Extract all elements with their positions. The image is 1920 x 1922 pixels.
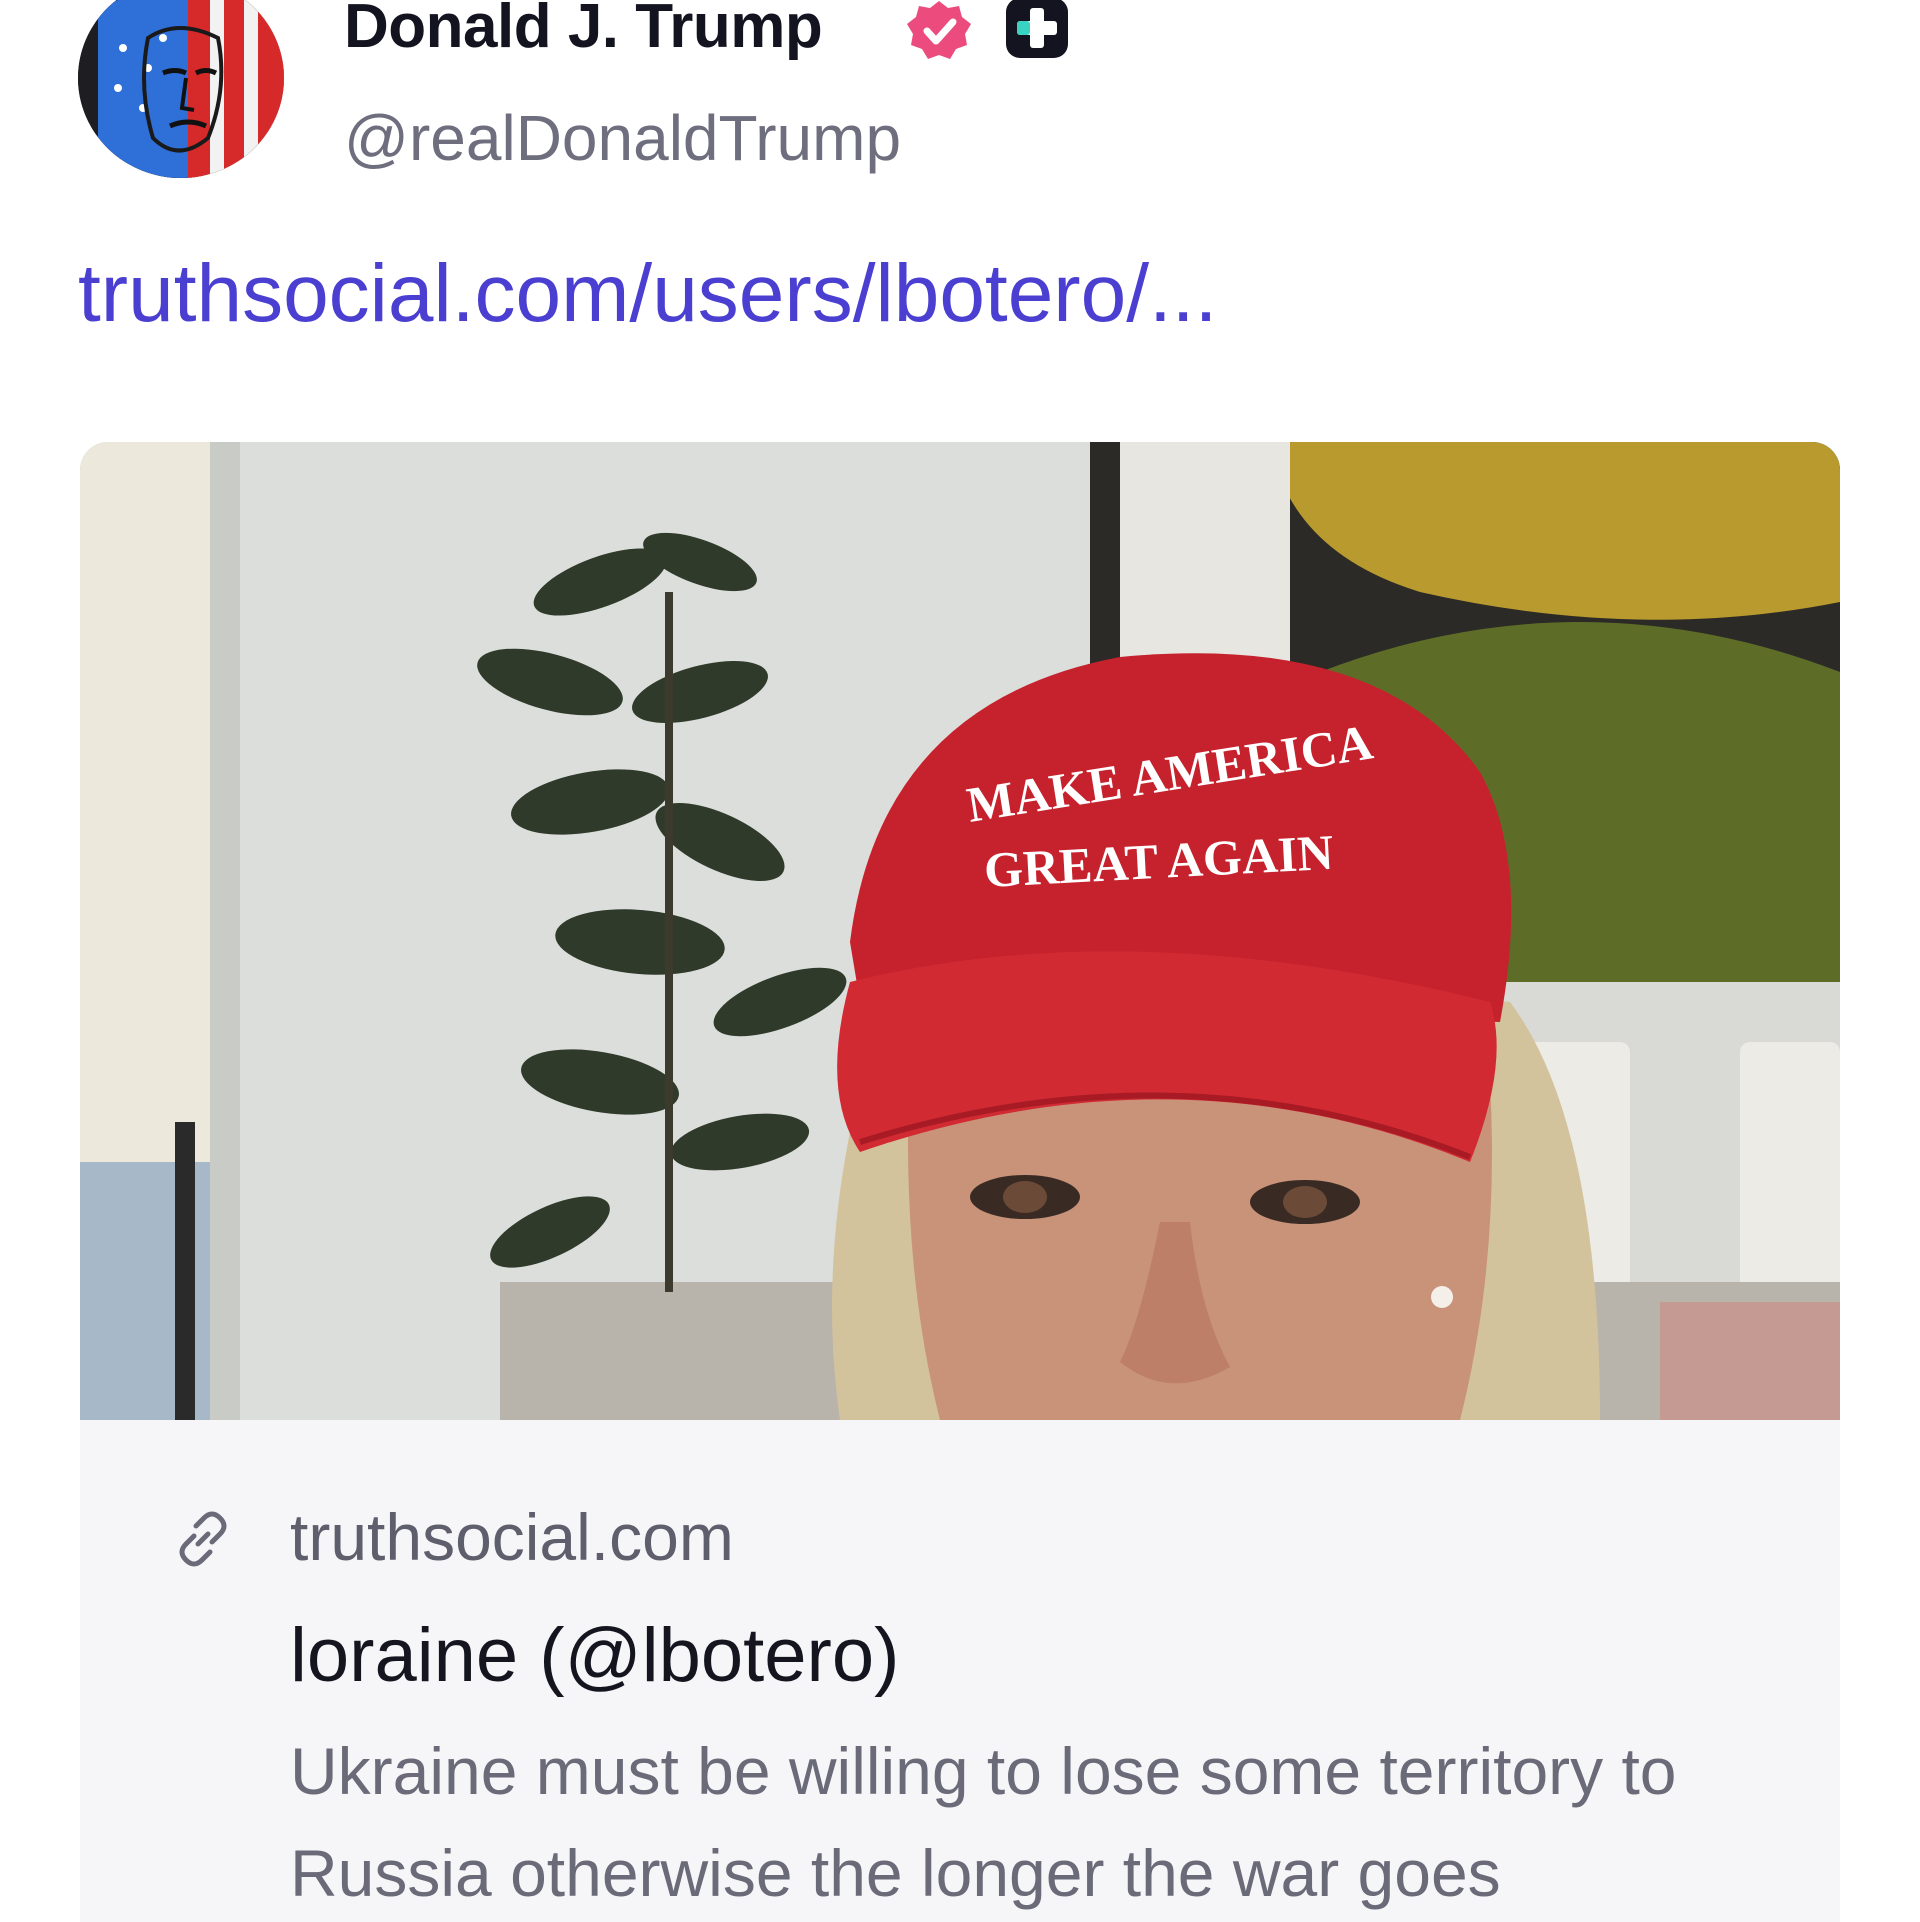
link-icon (179, 1511, 227, 1567)
author-avatar[interactable] (78, 0, 284, 178)
link-preview-card[interactable]: MAKE AMERICA GREAT AGAIN truthsocial.com… (80, 442, 1840, 1922)
verified-badge-icon (907, 1, 971, 59)
avatar-image (78, 0, 284, 178)
link-preview-description: Ukraine must be willing to lose some ter… (290, 1734, 1677, 1910)
preview-photo: MAKE AMERICA GREAT AGAIN (80, 442, 1840, 1420)
plus-badge-icon (1006, 0, 1068, 58)
link-preview-image[interactable]: MAKE AMERICA GREAT AGAIN (80, 442, 1840, 1420)
post-link[interactable]: truthsocial.com/users/lbotero/... (78, 244, 1217, 344)
link-preview-body: truthsocial.com loraine (@lbotero) Ukrai… (80, 1420, 1840, 1922)
link-preview-domain: truthsocial.com (290, 1500, 734, 1574)
author-handle[interactable]: @realDonaldTrump (344, 98, 901, 178)
link-preview-title: loraine (@lbotero) (290, 1613, 900, 1698)
post-page: Donald J. Trump @realDonaldTrump truthso… (0, 0, 1920, 1922)
author-display-name[interactable]: Donald J. Trump (344, 0, 823, 70)
